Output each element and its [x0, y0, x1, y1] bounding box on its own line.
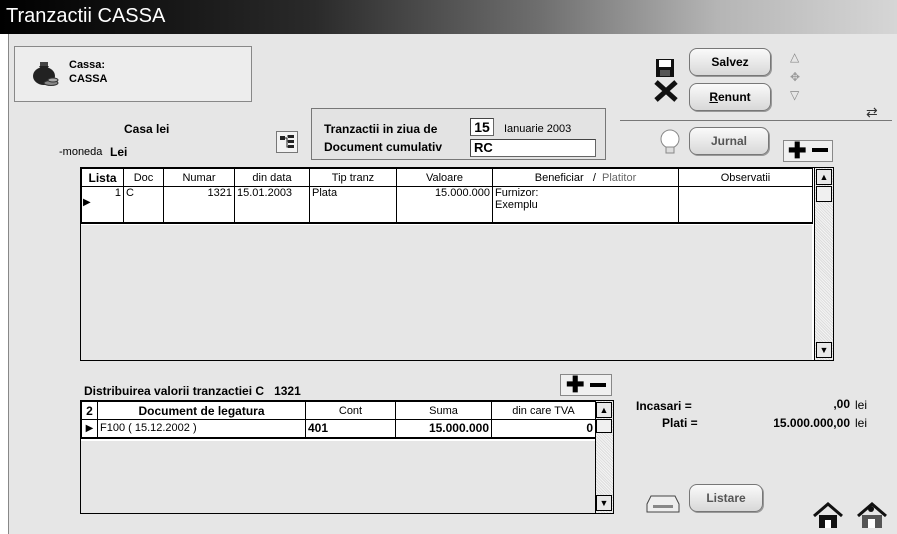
distrib-col-suma[interactable]: Suma	[395, 401, 492, 420]
distrib-add-icon[interactable]: ✚	[566, 374, 584, 396]
col-lista[interactable]: Lista	[81, 168, 124, 187]
distrib-cell-suma[interactable]: 15.000.000	[395, 419, 492, 439]
lightbulb-icon	[657, 128, 683, 156]
floppy-icon	[655, 58, 675, 78]
distrib-col-tva[interactable]: din care TVA	[491, 401, 596, 420]
scroll-down-icon[interactable]: ▼	[816, 342, 832, 358]
separator-line	[620, 120, 892, 121]
plati-value: 15.000.000,00	[773, 416, 850, 430]
col-slash: /	[592, 171, 596, 184]
cell-beneficiar-line1: Furnizor:	[495, 187, 539, 199]
col-beneficiar: Beneficiar	[534, 171, 584, 184]
moneda-value: Lei	[110, 145, 128, 159]
cassa-panel: Cassa: CASSA	[14, 46, 252, 102]
moneda-label: -moneda	[59, 146, 103, 158]
cell-valoare[interactable]: 15.000.000	[396, 186, 493, 224]
move-icon[interactable]: ✥	[790, 70, 800, 84]
main-scrollbar[interactable]: ▲ ▼	[814, 168, 833, 360]
distrib-doc-num: 1321	[274, 384, 301, 398]
scroll-thumb[interactable]	[816, 186, 832, 202]
cell-beneficiar[interactable]: Furnizor: Exemplu	[492, 186, 679, 224]
exit-home-icon[interactable]	[854, 500, 890, 530]
incasari-label: Incasari =	[636, 399, 692, 413]
tree-view-icon[interactable]	[276, 131, 298, 153]
col-numar[interactable]: Numar	[163, 168, 235, 187]
col-platitor: Platitor	[602, 171, 637, 184]
arrow-down-icon[interactable]: ▽	[790, 88, 799, 102]
doc-cumulativ-input[interactable]: RC	[470, 139, 596, 157]
window-title: Tranzactii CASSA	[6, 5, 166, 27]
cassa-label: Cassa:	[69, 59, 106, 71]
distrib-empty-area	[81, 441, 595, 513]
month-year-label: Ianuarie 2003	[504, 123, 572, 135]
money-bag-icon	[31, 57, 59, 87]
printer-icon	[645, 492, 683, 514]
day-label: Tranzactii in ziua de	[324, 122, 438, 136]
cell-tip-tranz[interactable]: Plata	[309, 186, 397, 224]
cancel-button-hotkey: R	[709, 90, 718, 104]
col-valoare[interactable]: Valoare	[396, 168, 493, 187]
day-input[interactable]: 15	[470, 118, 494, 136]
left-gutter	[0, 34, 8, 534]
distrib-cell-cont[interactable]: 401	[305, 419, 396, 439]
transactions-grid: Lista Doc Numar din data Tip tranz Valoa…	[80, 167, 834, 361]
distrib-scrollbar[interactable]: ▲ ▼	[595, 401, 613, 513]
distrib-col-document[interactable]: Document de legatura	[97, 401, 306, 420]
distrib-label: Distribuirea valorii tranzactiei C 1321	[84, 384, 301, 398]
distrib-col-cont[interactable]: Cont	[305, 401, 396, 420]
distrib-col-index: 2	[81, 401, 98, 420]
x-cancel-icon	[654, 80, 678, 102]
distrib-grid: 2 Document de legatura Cont Suma din car…	[80, 400, 614, 514]
add-row-icon[interactable]: ✚	[788, 140, 806, 162]
distrib-label-text: Distribuirea valorii tranzactiei C	[84, 384, 265, 398]
cell-numar[interactable]: 1321	[163, 186, 235, 224]
distrib-scroll-down-icon[interactable]: ▼	[596, 495, 612, 511]
table-header: Lista Doc Numar din data Tip tranz Valoa…	[81, 168, 813, 187]
table-row[interactable]: ▶ 1 C 1321 15.01.2003 Plata 15.000.000 Fu…	[81, 186, 813, 224]
cancel-button-label: enunt	[718, 90, 751, 104]
incasari-currency: lei	[855, 398, 868, 412]
save-button[interactable]: Salvez	[689, 48, 771, 76]
day-panel: Tranzactii in ziua de 15 Ianuarie 2003 D…	[311, 108, 606, 160]
distrib-scroll-up-icon[interactable]: ▲	[596, 402, 612, 418]
distrib-row-selector-icon: ▶	[81, 419, 98, 439]
col-tip-tranz[interactable]: Tip tranz	[309, 168, 397, 187]
cancel-button[interactable]: Renunt	[689, 83, 771, 111]
jurnal-button[interactable]: Jurnal	[689, 127, 769, 155]
cell-lista-value: 1	[114, 187, 121, 199]
distrib-header: 2 Document de legatura Cont Suma din car…	[81, 401, 596, 420]
cell-din-data[interactable]: 15.01.2003	[234, 186, 310, 224]
distrib-cell-tva[interactable]: 0	[491, 419, 596, 439]
cell-doc[interactable]: C	[123, 186, 164, 224]
cassa-name: CASSA	[69, 73, 108, 85]
plati-currency: lei	[855, 416, 868, 430]
row-selector-icon: ▶	[83, 197, 91, 208]
casa-label: Casa lei	[124, 122, 170, 136]
grid-empty-area	[81, 225, 812, 360]
title-bar: Tranzactii CASSA	[0, 0, 897, 34]
col-din-data[interactable]: din data	[234, 168, 310, 187]
distrib-row[interactable]: ▶ F100 ( 15.12.2002 ) 401 15.000.000 0	[81, 419, 596, 439]
transfer-arrows-icon[interactable]: ⇄	[866, 104, 878, 121]
cell-beneficiar-line2: Exemplu	[495, 199, 538, 211]
distrib-scroll-thumb[interactable]	[596, 419, 612, 433]
col-beneficiar-platitor[interactable]: Beneficiar / Platitor	[492, 168, 679, 187]
arrow-up-icon[interactable]: △	[790, 50, 799, 64]
cell-observatii[interactable]	[678, 186, 813, 224]
home-icon[interactable]	[812, 500, 844, 530]
plati-label: Plati =	[662, 416, 698, 430]
remove-row-icon[interactable]	[812, 148, 828, 152]
cell-lista[interactable]: ▶ 1	[81, 186, 124, 224]
col-observatii[interactable]: Observatii	[678, 168, 813, 187]
listare-button[interactable]: Listare	[689, 484, 763, 512]
distrib-cell-document[interactable]: F100 ( 15.12.2002 )	[97, 419, 306, 439]
incasari-value: ,00	[833, 397, 850, 411]
distrib-remove-icon[interactable]	[590, 383, 606, 387]
col-doc[interactable]: Doc	[123, 168, 164, 187]
scroll-up-icon[interactable]: ▲	[816, 169, 832, 185]
doc-cumulativ-label: Document cumulativ	[324, 140, 443, 154]
